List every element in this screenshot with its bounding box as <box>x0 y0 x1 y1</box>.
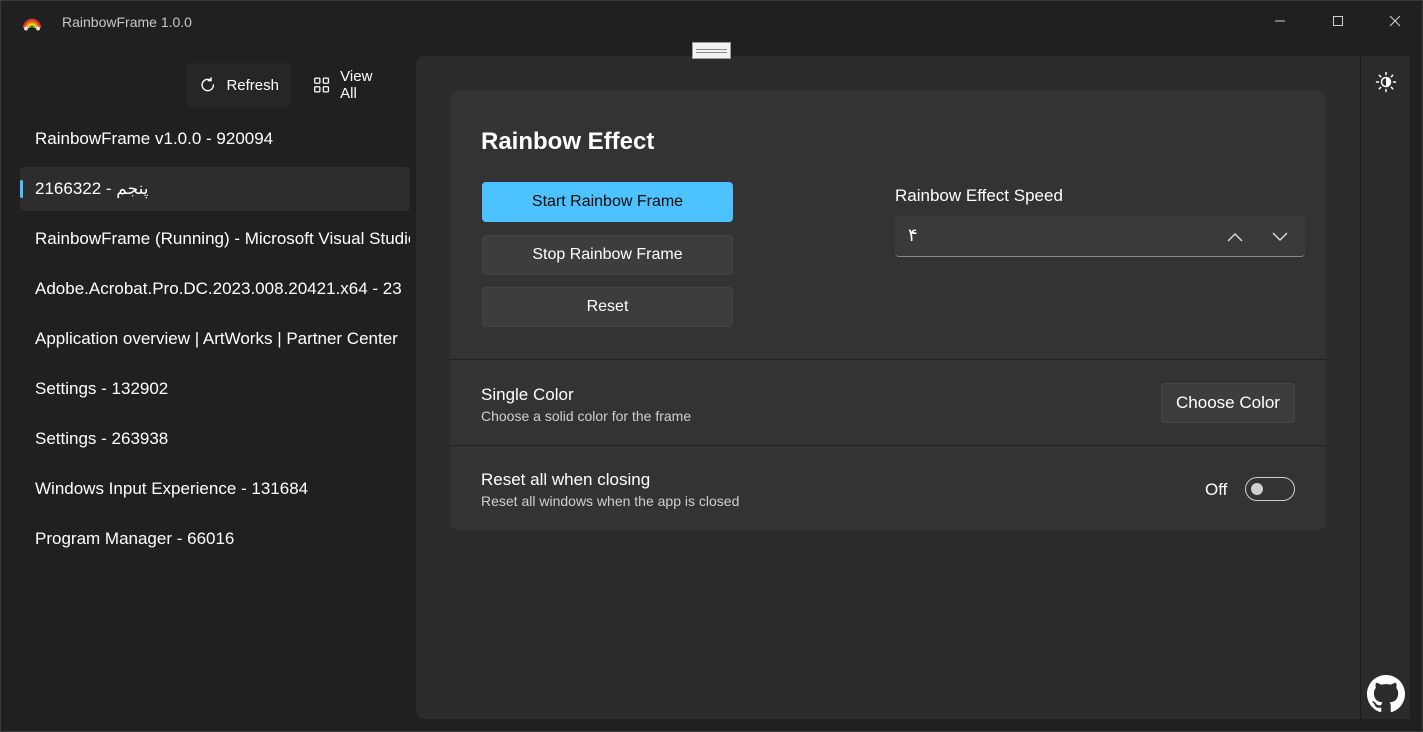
close-icon <box>1389 15 1401 27</box>
window-list-item[interactable]: Application overview | ArtWorks | Partne… <box>20 317 410 361</box>
window-item-label: پنجم - 2166322 <box>35 179 149 198</box>
single-color-subtitle: Choose a solid color for the frame <box>481 408 692 424</box>
window-item-label: Settings - 263938 <box>35 429 169 448</box>
window-item-label: RainbowFrame (Running) - Microsoft Visua… <box>35 229 410 248</box>
window-list-item-selected[interactable]: پنجم - 2166322 <box>20 167 410 211</box>
app-title: RainbowFrame 1.0.0 <box>62 14 192 30</box>
window-list-item[interactable]: RainbowFrame (Running) - Microsoft Visua… <box>20 217 410 261</box>
window-list-item[interactable]: Windows Input Experience - 131684 <box>20 467 410 511</box>
window-item-label: Program Manager - 66016 <box>35 529 235 548</box>
chevron-down-icon <box>1272 232 1288 241</box>
refresh-icon <box>201 77 215 92</box>
window-list-item[interactable]: Settings - 263938 <box>20 417 410 461</box>
right-rail <box>1360 56 1410 719</box>
window-list-item[interactable]: Settings - 132902 <box>20 367 410 411</box>
window-item-label: Settings - 132902 <box>35 379 169 398</box>
card-title: Rainbow Effect <box>481 128 655 155</box>
toggle-knob <box>1251 483 1263 495</box>
refresh-label: Refresh <box>226 76 279 94</box>
window-item-label: Application overview | ArtWorks | Partne… <box>35 329 398 348</box>
speed-number-box[interactable]: ۴ <box>895 216 1305 257</box>
window-list: RainbowFrame v1.0.0 - 920094 پنجم - 2166… <box>20 117 410 567</box>
choose-color-button[interactable]: Choose Color <box>1161 383 1295 423</box>
reset-closing-subtitle: Reset all windows when the app is closed <box>481 493 740 509</box>
drag-grip-line <box>696 51 727 53</box>
speed-value: ۴ <box>908 225 918 245</box>
rainbow-effect-card: Rainbow Effect Start Rainbow Frame Stop … <box>450 90 1326 530</box>
github-button[interactable] <box>1367 675 1405 713</box>
single-color-title: Single Color <box>481 385 574 404</box>
reset-closing-title: Reset all when closing <box>481 470 651 489</box>
view-all-label: View All <box>340 68 373 102</box>
minimize-button[interactable] <box>1257 1 1303 41</box>
decrement-button[interactable] <box>1267 224 1293 250</box>
window-item-label: Adobe.Acrobat.Pro.DC.2023.008.20421.x64 … <box>35 279 402 298</box>
title-bar[interactable]: RainbowFrame 1.0.0 <box>1 1 1423 43</box>
maximize-icon <box>1333 16 1343 26</box>
window-item-label: RainbowFrame v1.0.0 - 920094 <box>35 129 274 148</box>
sidebar-actions: Refresh View All <box>187 63 397 107</box>
close-button[interactable] <box>1372 1 1418 41</box>
drag-handle[interactable] <box>692 42 731 59</box>
refresh-button[interactable]: Refresh <box>187 63 291 107</box>
window-list-item[interactable]: Adobe.Acrobat.Pro.DC.2023.008.20421.x64 … <box>20 267 410 311</box>
github-icon <box>1367 675 1405 713</box>
speed-label: Rainbow Effect Speed <box>895 186 1063 205</box>
increment-button[interactable] <box>1222 224 1248 250</box>
theme-toggle-button[interactable] <box>1374 70 1398 94</box>
maximize-button[interactable] <box>1315 1 1361 41</box>
main-panel: Rainbow Effect Start Rainbow Frame Stop … <box>416 56 1360 719</box>
drag-grip-line <box>696 48 727 50</box>
reset-button[interactable]: Reset <box>482 287 733 327</box>
start-rainbow-button[interactable]: Start Rainbow Frame <box>482 182 733 222</box>
grid-icon <box>314 77 330 93</box>
stop-rainbow-button[interactable]: Stop Rainbow Frame <box>482 235 733 275</box>
reset-closing-toggle[interactable] <box>1245 477 1295 501</box>
minimize-icon <box>1275 20 1285 22</box>
window-list-item[interactable]: Program Manager - 66016 <box>20 517 410 561</box>
view-all-button[interactable]: View All <box>297 63 397 107</box>
divider <box>450 445 1326 446</box>
app-window: RainbowFrame 1.0.0 Refresh View All Rain… <box>0 0 1423 732</box>
chevron-up-icon <box>1227 233 1243 242</box>
divider <box>450 359 1326 360</box>
rainbow-icon <box>22 13 42 31</box>
window-list-item[interactable]: RainbowFrame v1.0.0 - 920094 <box>20 117 410 161</box>
toggle-state-label: Off <box>1205 480 1228 499</box>
window-item-label: Windows Input Experience - 131684 <box>35 479 309 498</box>
theme-toggle-icon <box>1375 71 1397 93</box>
